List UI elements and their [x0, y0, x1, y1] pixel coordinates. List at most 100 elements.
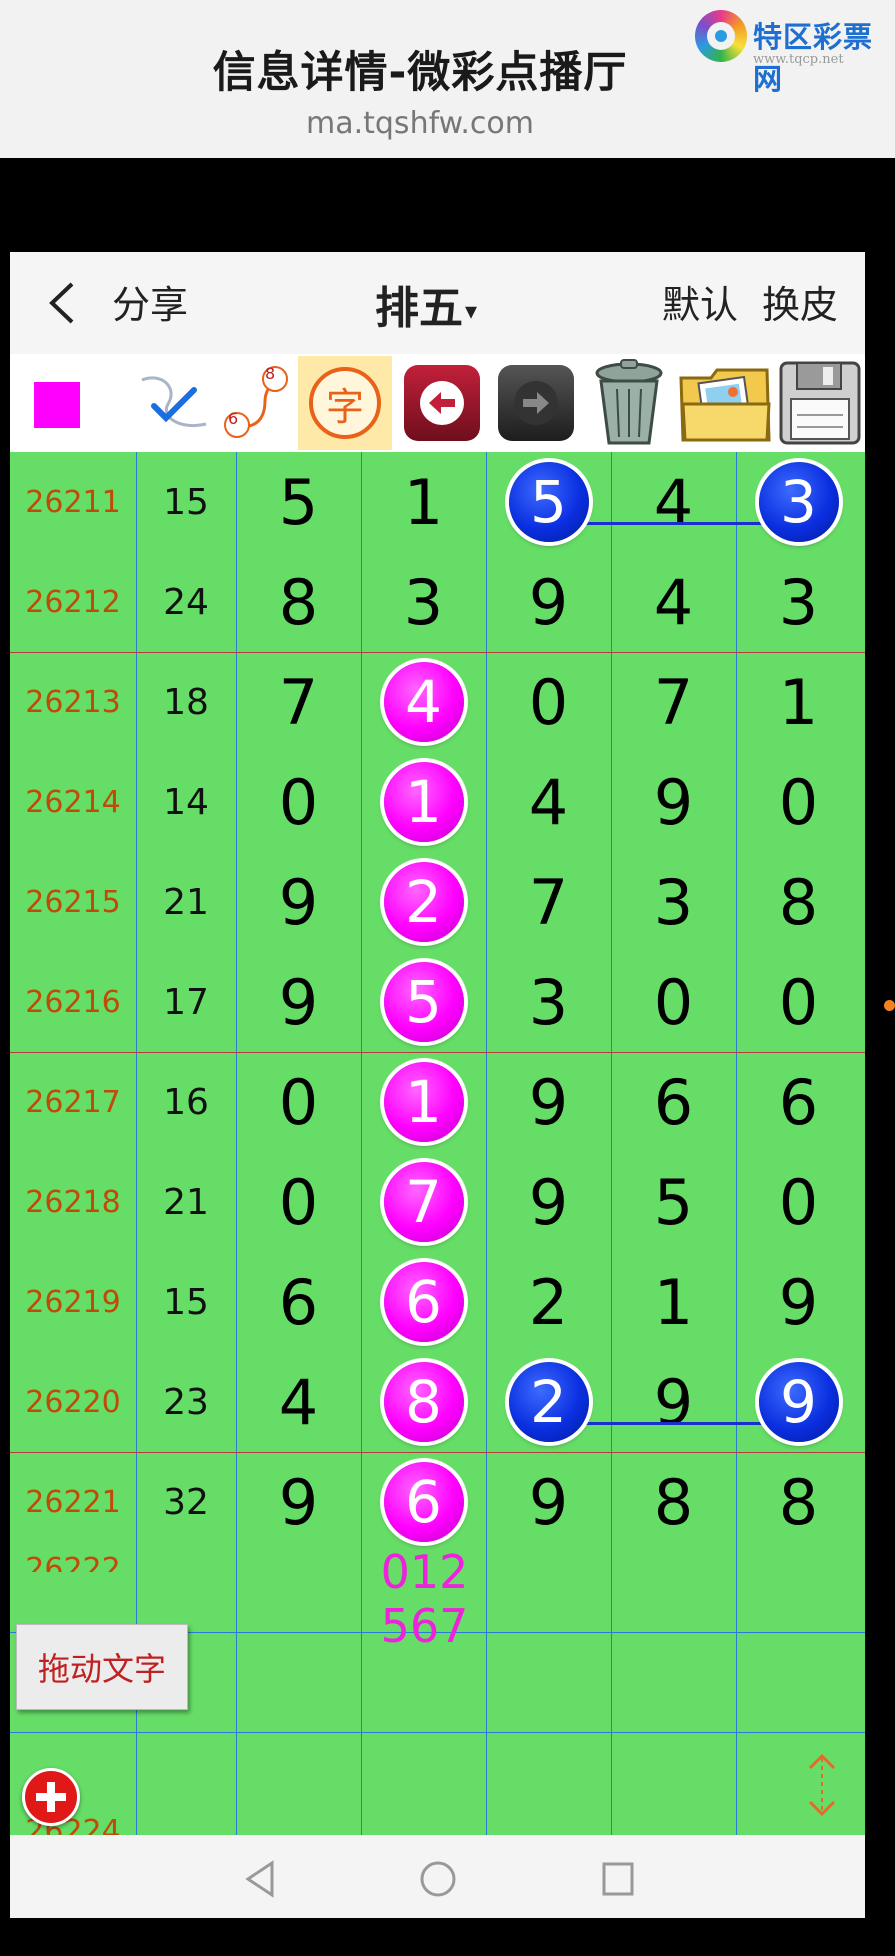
digit-cell[interactable]: 9: [486, 1152, 611, 1252]
digit-cell[interactable]: 2: [486, 1352, 611, 1452]
digit-cell[interactable]: 8: [736, 852, 861, 952]
nav-back-icon[interactable]: [242, 1859, 278, 1899]
digit-cell[interactable]: 3: [486, 952, 611, 1052]
digit-cell[interactable]: 3: [736, 552, 861, 652]
digit-cell[interactable]: 7: [611, 652, 736, 752]
char-tool-button[interactable]: 字: [298, 356, 392, 450]
issue-number: 26211: [25, 484, 121, 520]
nav-home-icon[interactable]: [418, 1859, 458, 1899]
digit-cell[interactable]: 9: [486, 1052, 611, 1152]
sum-value: 16: [163, 1081, 209, 1123]
digit-cell[interactable]: 5: [236, 452, 361, 552]
digit-value: 8: [278, 565, 319, 639]
digit-cell[interactable]: 0: [611, 952, 736, 1052]
digit-cell[interactable]: 7: [486, 852, 611, 952]
digit-cell[interactable]: 4: [486, 752, 611, 852]
undo-button[interactable]: [396, 356, 488, 450]
digit-cell[interactable]: 4: [611, 552, 736, 652]
ball-digit: 8: [405, 1368, 442, 1436]
digit-cell[interactable]: 6: [611, 1052, 736, 1152]
digit-cell[interactable]: 7: [236, 652, 361, 752]
digit-cell[interactable]: 5: [361, 952, 486, 1052]
digit-value: 9: [528, 1165, 569, 1239]
route-big-number: 8: [265, 364, 276, 383]
digit-cell[interactable]: 4: [611, 452, 736, 552]
digit-cell[interactable]: 3: [611, 852, 736, 952]
scroll-arrows-icon[interactable]: [802, 1752, 842, 1818]
save-button[interactable]: [774, 356, 865, 450]
digit-cell[interactable]: 8: [236, 552, 361, 652]
digit-value: 9: [528, 1465, 569, 1539]
digit-cell[interactable]: 7: [361, 1152, 486, 1252]
digit-cell[interactable]: 2: [486, 1252, 611, 1352]
digit-cell[interactable]: 9: [486, 1452, 611, 1552]
digit-cell[interactable]: 9: [236, 852, 361, 952]
digit-cell[interactable]: 1: [611, 1252, 736, 1352]
digit-cell[interactable]: 5: [611, 1152, 736, 1252]
issue-number: 26220: [25, 1384, 121, 1420]
digit-cell[interactable]: 9: [611, 752, 736, 852]
digit-cell[interactable]: 4: [361, 652, 486, 752]
digit-value: 4: [653, 465, 694, 539]
digit-cell[interactable]: 2: [361, 852, 486, 952]
prediction-line-2: 567: [380, 1599, 469, 1653]
digit-cell[interactable]: 6: [736, 1052, 861, 1152]
digit-value: 9: [778, 1265, 819, 1339]
default-button[interactable]: 默认: [662, 274, 738, 329]
share-button[interactable]: 分享: [112, 274, 188, 329]
redo-button[interactable]: [490, 356, 582, 450]
digit-cell[interactable]: 9: [236, 1452, 361, 1552]
digit-cell[interactable]: 0: [736, 752, 861, 852]
blue-ball-marker: 2: [508, 1362, 589, 1442]
add-icon[interactable]: [22, 1768, 80, 1826]
route-icon[interactable]: 8 6: [216, 356, 298, 450]
drag-text-button[interactable]: 拖动文字: [16, 1624, 188, 1710]
digit-cell[interactable]: 6: [236, 1252, 361, 1352]
picture-folder-button[interactable]: [676, 356, 774, 450]
digit-cell[interactable]: 1: [361, 452, 486, 552]
digit-cell[interactable]: 0: [486, 652, 611, 752]
issue-number: 26213: [25, 684, 121, 720]
digit-cell[interactable]: 0: [236, 1052, 361, 1152]
digit-cell[interactable]: 1: [361, 1052, 486, 1152]
digit-cell[interactable]: 0: [736, 1152, 861, 1252]
digit-cell[interactable]: 5: [486, 452, 611, 552]
digit-cell[interactable]: 9: [736, 1352, 861, 1452]
digit-value: 0: [778, 765, 819, 839]
digit-value: 0: [778, 965, 819, 1039]
nav-recent-icon[interactable]: [600, 1860, 636, 1898]
digit-cell[interactable]: 8: [736, 1452, 861, 1552]
logo-swirl-icon: [695, 10, 747, 62]
app-bar: 分享 排五▾ 默认 换皮: [10, 252, 865, 354]
digit-cell[interactable]: 9: [486, 552, 611, 652]
digit-cell[interactable]: 6: [361, 1452, 486, 1552]
digit-cell[interactable]: 9: [736, 1252, 861, 1352]
table-row: 26213 18 7 4 0 7 1: [10, 652, 865, 752]
back-arrow-icon[interactable]: [42, 280, 82, 326]
digit-cell[interactable]: 8: [361, 1352, 486, 1452]
color-swatch-icon[interactable]: [34, 382, 80, 428]
digit-cell[interactable]: 6: [361, 1252, 486, 1352]
digit-cell[interactable]: 9: [611, 1352, 736, 1452]
digit-cell[interactable]: 0: [236, 1152, 361, 1252]
digit-cell[interactable]: 3: [361, 552, 486, 652]
digit-value: 8: [778, 1465, 819, 1539]
prediction-line-1: 012: [380, 1545, 469, 1599]
digit-cell[interactable]: 0: [236, 752, 361, 852]
digit-value: 0: [778, 1165, 819, 1239]
change-skin-button[interactable]: 换皮: [762, 274, 838, 329]
drawing-toolbar: 8 6 字: [10, 356, 865, 450]
pen-check-icon[interactable]: [124, 356, 224, 450]
issue-number: 26215: [25, 884, 121, 920]
trash-button[interactable]: [582, 356, 676, 450]
digit-value: 8: [778, 865, 819, 939]
digit-cell[interactable]: 1: [361, 752, 486, 852]
digit-cell[interactable]: 3: [736, 452, 861, 552]
digit-value: 9: [278, 865, 319, 939]
digit-cell[interactable]: 9: [236, 952, 361, 1052]
digit-cell[interactable]: 8: [611, 1452, 736, 1552]
digit-cell[interactable]: 1: [736, 652, 861, 752]
digit-cell[interactable]: 0: [736, 952, 861, 1052]
digit-cell[interactable]: 4: [236, 1352, 361, 1452]
lottery-type-selector[interactable]: 排五▾: [375, 272, 477, 336]
